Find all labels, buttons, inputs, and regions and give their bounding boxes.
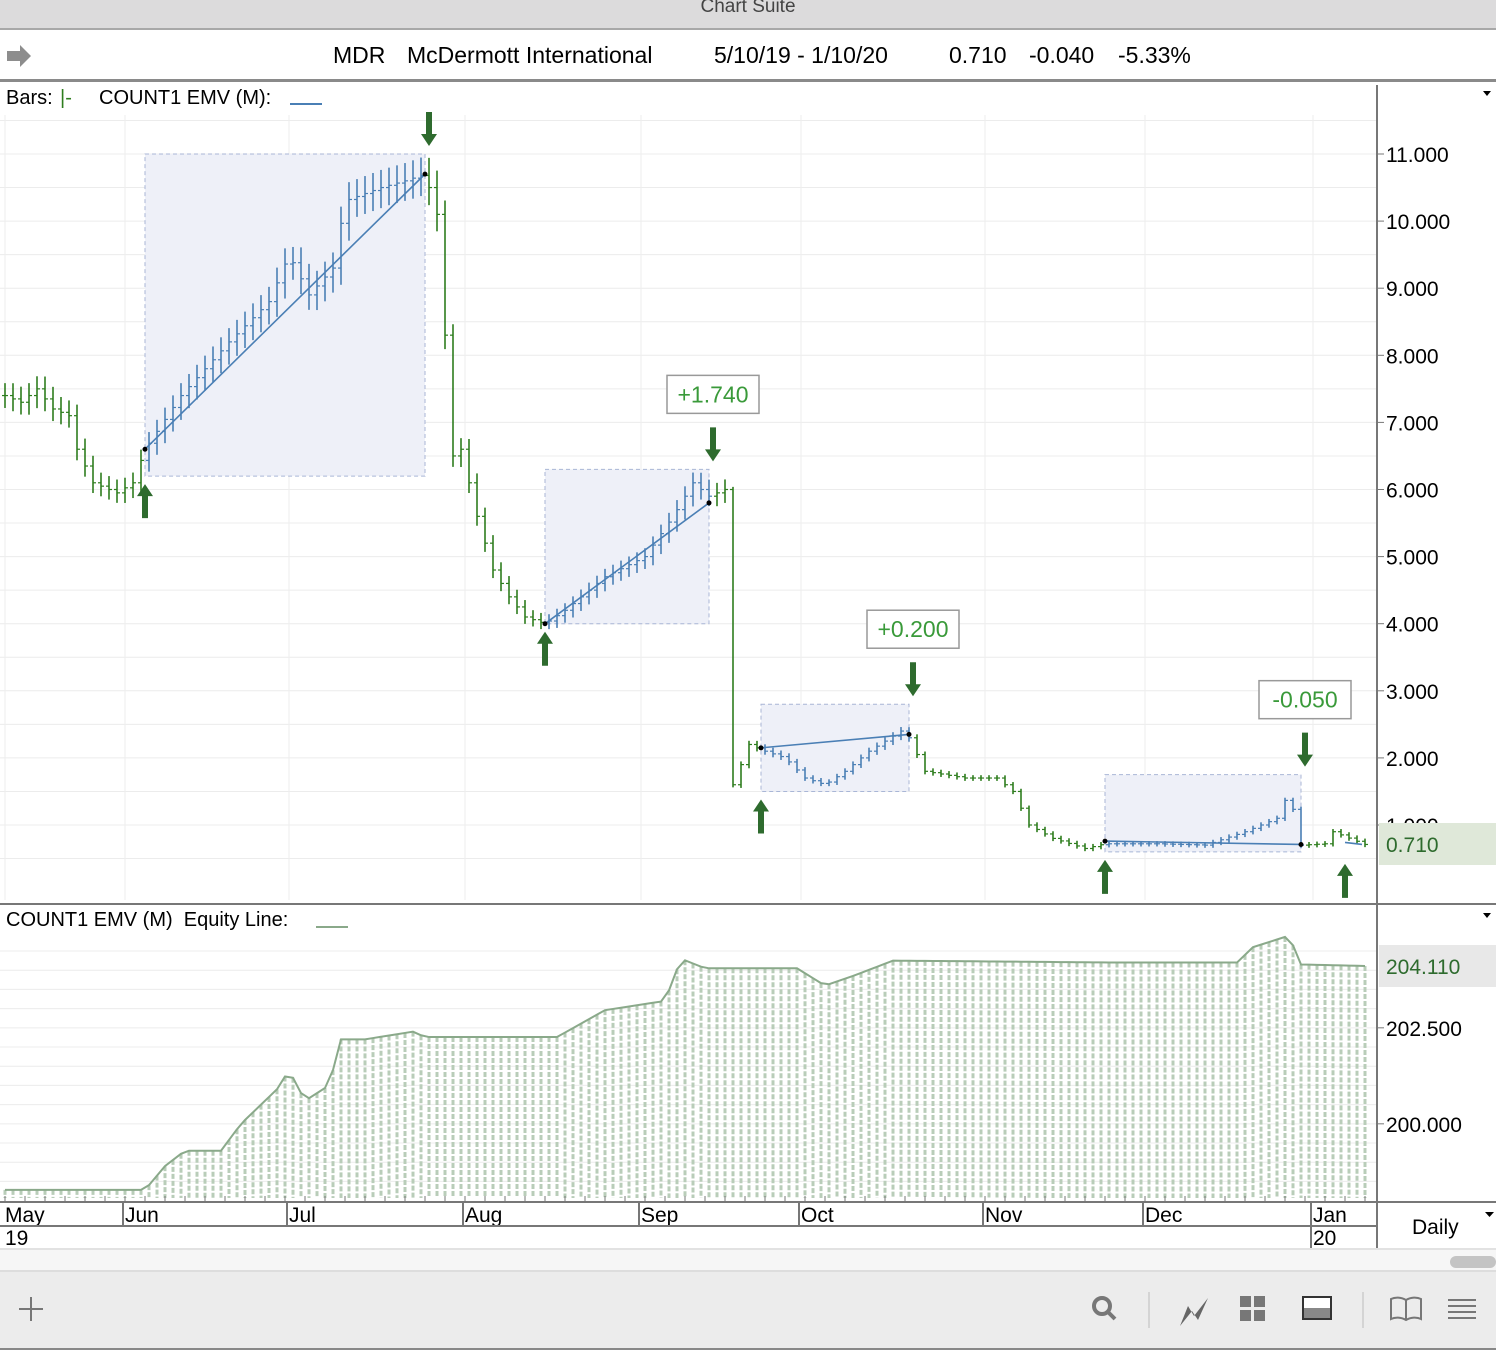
emv-trade-line bbox=[1344, 841, 1363, 846]
add-icon[interactable] bbox=[16, 1294, 46, 1324]
trade-result-label: -0.050 bbox=[1272, 687, 1337, 713]
bars-legend-glyph: |- bbox=[60, 87, 72, 109]
year-label: 20 bbox=[1313, 1227, 1336, 1248]
trade-box bbox=[760, 703, 910, 792]
month-label: Jan bbox=[1313, 1204, 1347, 1227]
menu-icon[interactable] bbox=[1446, 1294, 1478, 1324]
panel-layout-icon[interactable] bbox=[1302, 1294, 1334, 1324]
scrollbar-thumb[interactable] bbox=[1450, 1256, 1496, 1268]
period-selector[interactable]: Daily bbox=[1412, 1216, 1459, 1239]
equity-panel-menu-icon[interactable] bbox=[1483, 913, 1491, 918]
month-label: Jun bbox=[125, 1204, 159, 1227]
toolbar-separator bbox=[1148, 1292, 1150, 1328]
price-axis-label: 11.000 bbox=[1386, 144, 1449, 167]
price-panel-menu-icon[interactable] bbox=[1483, 91, 1491, 96]
search-icon[interactable] bbox=[1090, 1294, 1120, 1324]
exit-point bbox=[706, 500, 712, 506]
month-label: Aug bbox=[465, 1204, 502, 1227]
bottom-toolbar bbox=[0, 1270, 1496, 1350]
buy-signal-arrow-icon bbox=[1337, 863, 1353, 898]
exit-point bbox=[906, 731, 912, 737]
price-axis-label: 7.000 bbox=[1386, 412, 1439, 435]
entry-point bbox=[758, 745, 764, 751]
price-axis-label: 10.000 bbox=[1386, 211, 1450, 234]
equity-tag-text: 204.110 bbox=[1386, 956, 1460, 979]
price-axis-label: 2.000 bbox=[1386, 748, 1439, 771]
month-label: Sep bbox=[641, 1204, 678, 1227]
price-axis-label: 6.000 bbox=[1386, 480, 1439, 503]
toolbar-separator bbox=[1362, 1292, 1364, 1328]
equity-legend: COUNT1 EMV (M) Equity Line: bbox=[6, 909, 288, 931]
price-axis-label: 5.000 bbox=[1386, 547, 1439, 570]
entry-point bbox=[1102, 838, 1108, 844]
price-axis-label: 3.000 bbox=[1386, 681, 1439, 704]
entry-point bbox=[542, 621, 548, 627]
buy-signal-arrow-icon bbox=[1097, 859, 1113, 894]
price-axis-label: 4.000 bbox=[1386, 614, 1439, 637]
last-price-tag-text: 0.710 bbox=[1386, 834, 1439, 857]
chart-style-icon[interactable] bbox=[1178, 1294, 1212, 1328]
trade-box bbox=[144, 153, 426, 477]
book-icon[interactable] bbox=[1389, 1294, 1423, 1324]
trade-result-label: +0.200 bbox=[878, 616, 949, 642]
trade-box bbox=[1104, 774, 1302, 853]
year-label: 19 bbox=[5, 1227, 28, 1248]
bars-legend: Bars: bbox=[6, 87, 53, 109]
chart-area[interactable]: +1.740 +0.200 -0.050 11.000 10.000 9.000 8.00… bbox=[0, 0, 1496, 1248]
month-label: Jul bbox=[289, 1204, 316, 1227]
sell-signal-arrow-icon bbox=[421, 112, 437, 146]
sell-signal-arrow-icon bbox=[1297, 732, 1313, 767]
month-label: Dec bbox=[1145, 1204, 1182, 1227]
equity-axis-label: 200.000 bbox=[1386, 1114, 1462, 1137]
month-label: May bbox=[5, 1204, 45, 1227]
buy-signal-arrow-icon bbox=[753, 799, 769, 834]
trade-result-label: +1.740 bbox=[678, 381, 749, 407]
price-axis-label: 9.000 bbox=[1386, 278, 1439, 301]
layout-grid-icon[interactable] bbox=[1238, 1294, 1268, 1324]
exit-point bbox=[1298, 841, 1304, 847]
buy-signal-arrow-icon bbox=[537, 631, 553, 666]
exit-point bbox=[422, 171, 428, 177]
period-dropdown-icon[interactable] bbox=[1485, 1212, 1494, 1217]
price-axis-label: 8.000 bbox=[1386, 345, 1439, 368]
horizontal-scrollbar[interactable] bbox=[0, 1248, 1496, 1270]
month-label: Nov bbox=[985, 1204, 1023, 1227]
month-label: Oct bbox=[801, 1204, 834, 1227]
entry-point bbox=[142, 446, 148, 452]
equity-axis-label: 202.500 bbox=[1386, 1018, 1462, 1041]
indicator-legend: COUNT1 EMV (M): bbox=[99, 87, 271, 109]
